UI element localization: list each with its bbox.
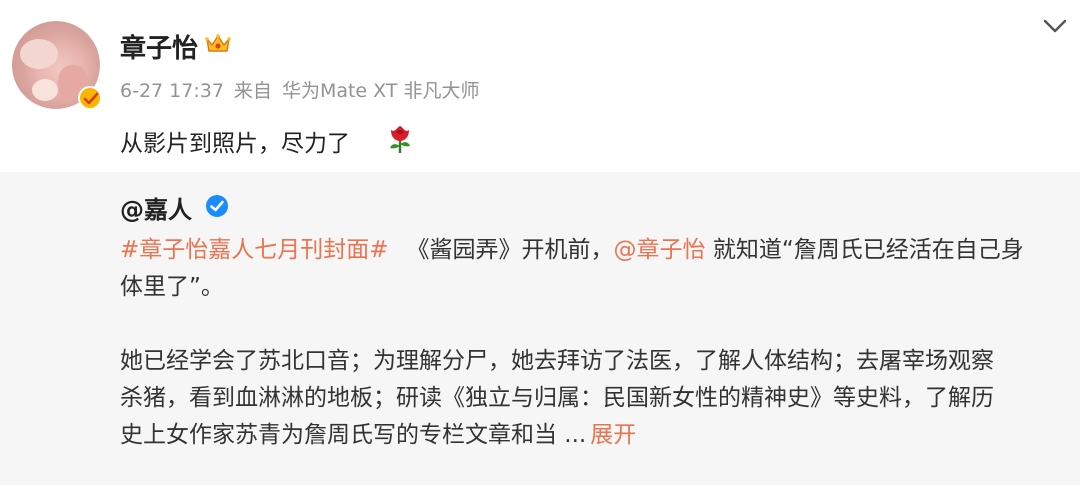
verified-icon (78, 86, 102, 110)
source-device[interactable]: 华为Mate XT 非凡大师 (282, 80, 480, 102)
post-meta: 6-27 17:37 来自 华为Mate XT 非凡大师 (120, 76, 479, 103)
repost-body: #章子怡嘉人七月刊封面# 《酱园弄》开机前，@章子怡 就知道“詹周氏已经活在自己身… (120, 232, 1065, 454)
post-text: 从影片到照片，尽力了 (120, 131, 350, 157)
repost-para2-line-3: 史上女作家苏青为詹周氏写的专栏文章和当 ... 展开 (120, 417, 1065, 454)
repost-para2-line-1: 她已经学会了苏北口音；为理解分尸，她去拜访了法医，了解人体结构；去屠宰场观察 (120, 348, 994, 374)
post-timestamp[interactable]: 6-27 17:37 (120, 80, 224, 102)
repost-author[interactable]: @嘉人 (120, 190, 192, 225)
source-prefix: 来自 (233, 80, 272, 102)
repost-text: 《酱园弄》开机前， (406, 237, 614, 263)
repost-line-2: 体里了”。 (120, 274, 224, 300)
avatar-photo-part (32, 79, 58, 101)
hashtag-link[interactable]: #章子怡嘉人七月刊封面# (120, 237, 389, 263)
crown-icon[interactable] (205, 33, 231, 59)
mention-link[interactable]: @章子怡 (614, 237, 706, 263)
repost-para2-line-2: 杀猪，看到血淋淋的地板；研读《独立与归属：民国新女性的精神史》等史料，了解历 (120, 385, 994, 411)
rose-icon (386, 124, 414, 158)
repost-text: 就知道“詹周氏已经活在自己身 (712, 237, 1024, 263)
author-name[interactable]: 章子怡 (120, 28, 198, 65)
repost-text: 史上女作家苏青为詹周氏写的专栏文章和当 ... (120, 422, 587, 448)
expand-link[interactable]: 展开 (590, 422, 636, 448)
repost-line-1: #章子怡嘉人七月刊封面# 《酱园弄》开机前，@章子怡 就知道“詹周氏已经活在自己身 (120, 232, 1065, 269)
chevron-down-icon[interactable] (1040, 16, 1070, 38)
verified-blue-icon (205, 194, 229, 222)
avatar-photo-part (20, 39, 58, 69)
